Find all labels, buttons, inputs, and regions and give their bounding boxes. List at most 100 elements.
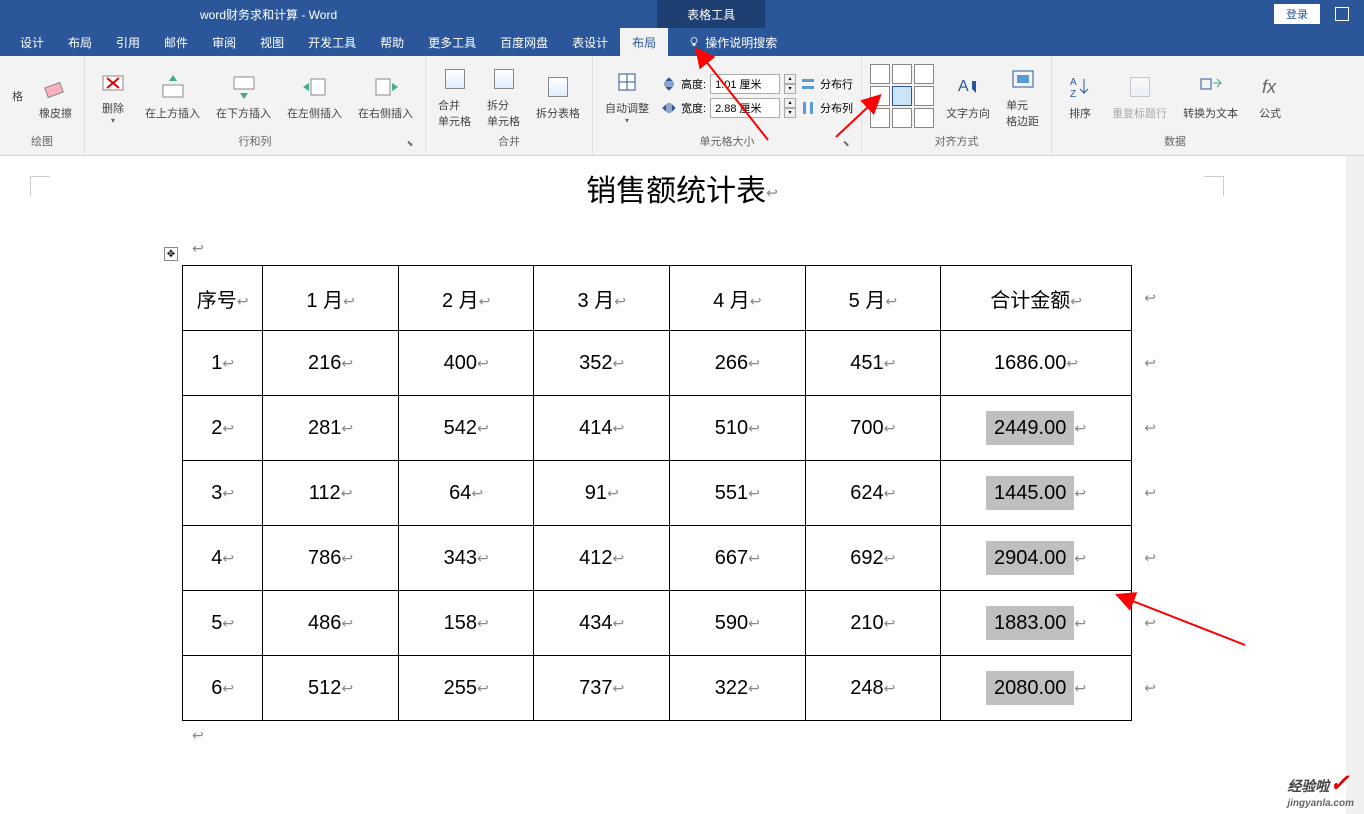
table-cell[interactable]: 692↩ [805, 526, 941, 591]
align-middle-right[interactable] [914, 86, 934, 106]
table-cell[interactable]: 112↩ [263, 461, 399, 526]
eraser-button[interactable]: 橡皮擦 [35, 69, 76, 123]
table-cell[interactable]: 266↩ [670, 331, 806, 396]
autofit-button[interactable]: 自动调整▾ [601, 64, 653, 127]
table-cell[interactable]: 352↩ [534, 331, 670, 396]
draw-table-button[interactable]: 格 [8, 86, 27, 106]
sort-button[interactable]: AZ 排序 [1060, 69, 1100, 123]
split-table-button[interactable]: 拆分表格 [532, 69, 584, 123]
align-middle-left[interactable] [870, 86, 890, 106]
tab-references[interactable]: 引用 [104, 28, 152, 56]
table-cell[interactable]: 400↩ [398, 331, 534, 396]
table-cell[interactable]: 542↩ [398, 396, 534, 461]
tab-mailings[interactable]: 邮件 [152, 28, 200, 56]
align-bottom-right[interactable] [914, 108, 934, 128]
width-up-button[interactable]: ▴ [784, 98, 796, 108]
table-cell[interactable]: 2080.00↩↩ [941, 656, 1132, 721]
table-cell[interactable]: 551↩ [670, 461, 806, 526]
login-button[interactable]: 登录 [1274, 4, 1320, 24]
tab-baidu[interactable]: 百度网盘 [488, 28, 560, 56]
row-height-input[interactable] [710, 74, 780, 94]
tab-review[interactable]: 审阅 [200, 28, 248, 56]
height-up-button[interactable]: ▴ [784, 74, 796, 84]
table-cell[interactable]: 158↩ [398, 591, 534, 656]
split-cells-button[interactable]: 拆分 单元格 [483, 61, 524, 131]
table-cell[interactable]: 248↩ [805, 656, 941, 721]
data-table[interactable]: 序号↩1 月↩2 月↩3 月↩4 月↩5 月↩合计金额↩↩1↩216↩400↩3… [182, 265, 1132, 721]
align-bottom-left[interactable] [870, 108, 890, 128]
table-cell[interactable]: 281↩ [263, 396, 399, 461]
table-row[interactable]: 6↩512↩255↩737↩322↩248↩2080.00↩↩ [183, 656, 1132, 721]
tab-layout[interactable]: 布局 [56, 28, 104, 56]
table-header-cell[interactable]: 4 月↩ [670, 266, 806, 331]
align-top-right[interactable] [914, 64, 934, 84]
table-cell[interactable]: 6↩ [183, 656, 263, 721]
align-middle-center[interactable] [892, 86, 912, 106]
col-width-input[interactable] [710, 98, 780, 118]
tab-design[interactable]: 设计 [8, 28, 56, 56]
table-move-handle[interactable]: ✥ [164, 247, 178, 261]
table-cell[interactable]: 64↩ [398, 461, 534, 526]
tab-table-design[interactable]: 表设计 [560, 28, 620, 56]
table-cell[interactable]: 1445.00↩↩ [941, 461, 1132, 526]
table-cell[interactable]: 5↩ [183, 591, 263, 656]
table-row[interactable]: 5↩486↩158↩434↩590↩210↩1883.00↩↩ [183, 591, 1132, 656]
table-cell[interactable]: 414↩ [534, 396, 670, 461]
dialog-launcher-icon[interactable]: ⬊ [405, 139, 415, 149]
delete-button[interactable]: 删除▾ [93, 64, 133, 127]
table-cell[interactable]: 434↩ [534, 591, 670, 656]
tab-table-layout[interactable]: 布局 [620, 28, 668, 56]
table-cell[interactable]: 3↩ [183, 461, 263, 526]
align-bottom-center[interactable] [892, 108, 912, 128]
table-cell[interactable]: 2↩ [183, 396, 263, 461]
table-cell[interactable]: 1686.00↩↩ [941, 331, 1132, 396]
tell-me-search[interactable]: 操作说明搜索 [688, 34, 777, 51]
table-cell[interactable]: 700↩ [805, 396, 941, 461]
formula-button[interactable]: fx 公式 [1250, 69, 1290, 123]
width-down-button[interactable]: ▾ [784, 108, 796, 118]
table-cell[interactable]: 590↩ [670, 591, 806, 656]
table-header-cell[interactable]: 合计金额↩↩ [941, 266, 1132, 331]
table-cell[interactable]: 451↩ [805, 331, 941, 396]
table-row[interactable]: 3↩112↩64↩91↩551↩624↩1445.00↩↩ [183, 461, 1132, 526]
tab-more-tools[interactable]: 更多工具 [416, 28, 488, 56]
insert-above-button[interactable]: 在上方插入 [141, 69, 204, 123]
table-cell[interactable]: 486↩ [263, 591, 399, 656]
table-cell[interactable]: 4↩ [183, 526, 263, 591]
insert-right-button[interactable]: 在右侧插入 [354, 69, 417, 123]
table-cell[interactable]: 210↩ [805, 591, 941, 656]
document-area[interactable]: 销售额统计表↩ ↩ ✥ 序号↩1 月↩2 月↩3 月↩4 月↩5 月↩合计金额↩… [0, 156, 1364, 744]
insert-below-button[interactable]: 在下方插入 [212, 69, 275, 123]
table-row[interactable]: 4↩786↩343↩412↩667↩692↩2904.00↩↩ [183, 526, 1132, 591]
dialog-launcher-icon[interactable]: ⬊ [841, 139, 851, 149]
table-header-cell[interactable]: 3 月↩ [534, 266, 670, 331]
tab-developer[interactable]: 开发工具 [296, 28, 368, 56]
insert-left-button[interactable]: 在左侧插入 [283, 69, 346, 123]
table-cell[interactable]: 322↩ [670, 656, 806, 721]
vertical-scrollbar[interactable] [1346, 156, 1364, 814]
table-header-cell[interactable]: 序号↩ [183, 266, 263, 331]
table-cell[interactable]: 1↩ [183, 331, 263, 396]
table-cell[interactable]: 512↩ [263, 656, 399, 721]
align-top-left[interactable] [870, 64, 890, 84]
table-cell[interactable]: 2904.00↩↩ [941, 526, 1132, 591]
table-cell[interactable]: 510↩ [670, 396, 806, 461]
table-row[interactable]: 2↩281↩542↩414↩510↩700↩2449.00↩↩ [183, 396, 1132, 461]
table-header-cell[interactable]: 5 月↩ [805, 266, 941, 331]
table-row[interactable]: 1↩216↩400↩352↩266↩451↩1686.00↩↩ [183, 331, 1132, 396]
window-restore-icon[interactable] [1335, 7, 1349, 21]
height-down-button[interactable]: ▾ [784, 84, 796, 94]
repeat-header-button[interactable]: 重复标题行 [1108, 69, 1171, 123]
table-cell[interactable]: 216↩ [263, 331, 399, 396]
table-cell[interactable]: 786↩ [263, 526, 399, 591]
table-cell[interactable]: 1883.00↩↩ [941, 591, 1132, 656]
table-cell[interactable]: 667↩ [670, 526, 806, 591]
table-header-cell[interactable]: 2 月↩ [398, 266, 534, 331]
tab-view[interactable]: 视图 [248, 28, 296, 56]
distribute-cols-button[interactable]: 分布列 [820, 100, 853, 116]
table-header-cell[interactable]: 1 月↩ [263, 266, 399, 331]
table-cell[interactable]: 343↩ [398, 526, 534, 591]
text-direction-button[interactable]: A 文字方向 [942, 69, 994, 123]
table-cell[interactable]: 91↩ [534, 461, 670, 526]
table-cell[interactable]: 255↩ [398, 656, 534, 721]
